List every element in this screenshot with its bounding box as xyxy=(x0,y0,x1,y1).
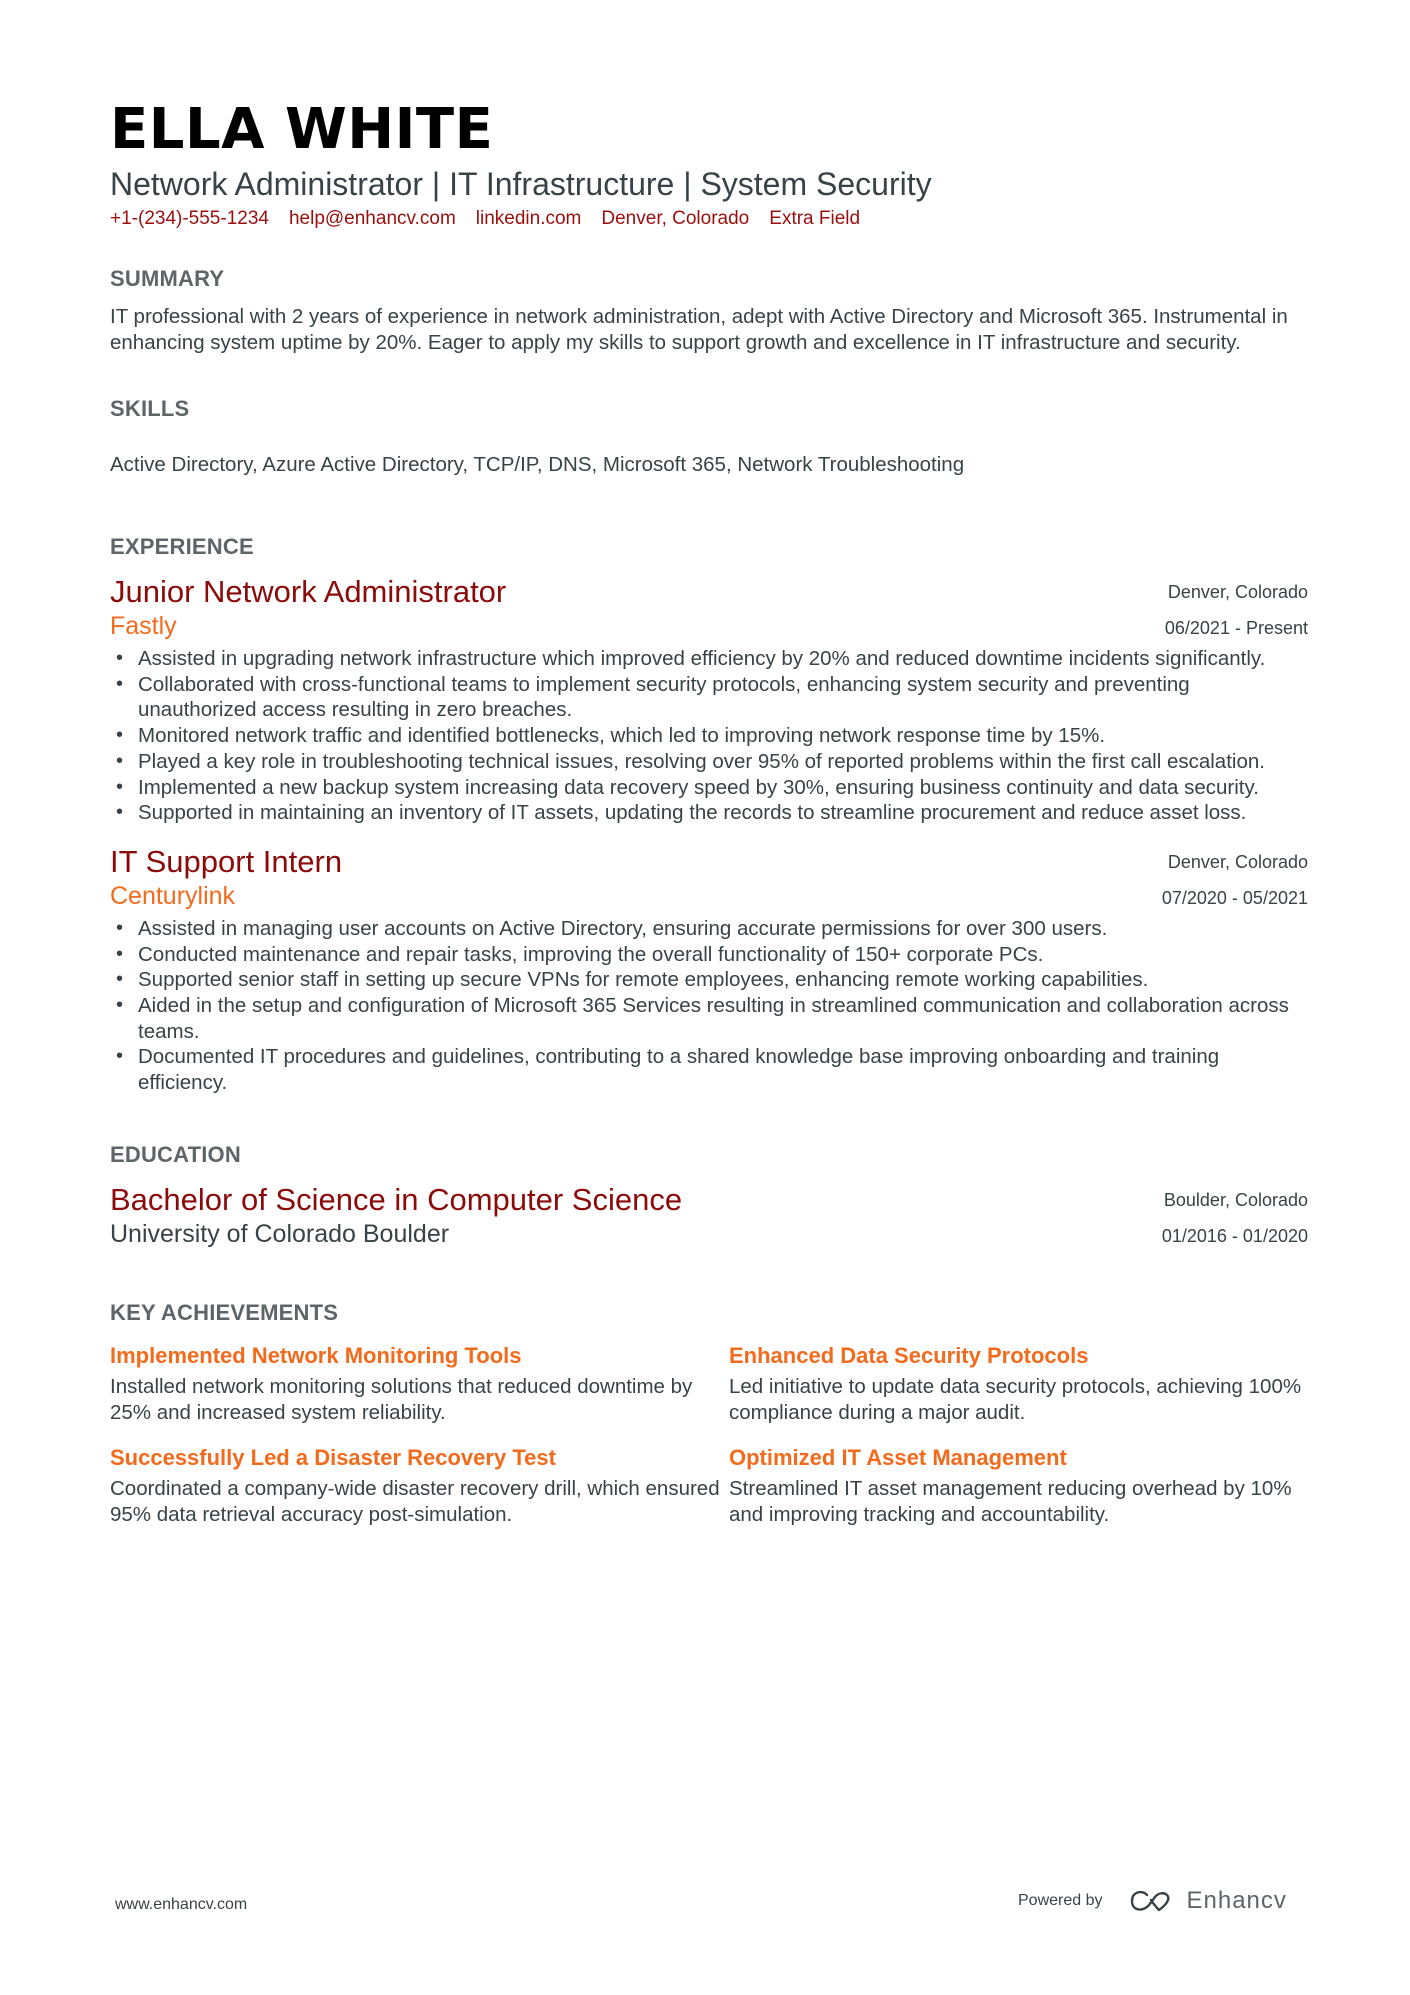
bullet-item: Assisted in managing user accounts on Ac… xyxy=(110,916,1308,942)
bullet-item: Assisted in upgrading network infrastruc… xyxy=(110,646,1308,672)
experience-entry: Junior Network Administrator Fastly Denv… xyxy=(110,574,1308,826)
enhancv-logo-icon xyxy=(1130,1890,1169,1912)
extra-field: Extra Field xyxy=(769,208,861,229)
achievement-desc: Streamlined IT asset management reducing… xyxy=(729,1476,1292,1526)
company-name: Centurylink xyxy=(110,881,236,910)
bullet-item: Aided in the setup and configuration of … xyxy=(110,993,1308,1044)
bullet-item: Supported in maintaining an inventory of… xyxy=(110,800,1308,826)
bullet-item: Documented IT procedures and guidelines,… xyxy=(110,1044,1308,1095)
job-title: Junior Network Administrator xyxy=(110,574,507,609)
company-name: Fastly xyxy=(110,612,177,640)
job-bullets: Assisted in upgrading network infrastruc… xyxy=(110,646,1308,826)
skills-heading: SKILLS xyxy=(110,396,190,421)
job-dates: 06/2021 - Present xyxy=(1164,618,1308,638)
phone[interactable]: +1-(234)-555-1234 xyxy=(110,206,269,232)
entry-meta: Boulder, Colorado 01/2016 - 01/2020 xyxy=(1162,1182,1308,1254)
entry-meta: Denver, Colorado 07/2020 - 05/2021 xyxy=(1162,844,1308,916)
school-dates: 01/2016 - 01/2020 xyxy=(1161,1225,1308,1246)
experience-entry: IT Support Intern Centurylink Denver, Co… xyxy=(110,844,1308,1096)
candidate-name: ELLA WHITE xyxy=(110,97,494,162)
achievements-heading: KEY ACHIEVEMENTS xyxy=(110,1299,339,1325)
achievement-desc: Led initiative to update data security p… xyxy=(729,1374,1302,1424)
brand-name: Enhancv xyxy=(1186,1887,1287,1914)
school-name: University of Colorado Boulder xyxy=(110,1219,450,1248)
powered-by-label: Powered by xyxy=(1018,1892,1103,1909)
bullet-item: Played a key role in troubleshooting tec… xyxy=(110,749,1308,775)
bullet-item: Monitored network traffic and identified… xyxy=(110,723,1308,749)
location: Denver, Colorado xyxy=(601,208,750,229)
education-entry: Bachelor of Science in Computer Science … xyxy=(110,1182,1308,1250)
education-heading: EDUCATION xyxy=(110,1141,241,1167)
bullet-item: Supported senior staff in setting up sec… xyxy=(110,967,1308,993)
achievement-title: Enhanced Data Security Protocols xyxy=(729,1342,1089,1368)
footer-website[interactable]: www.enhancv.com xyxy=(115,1896,247,1914)
achievement-item: Optimized IT Asset Management Streamline… xyxy=(729,1444,1308,1528)
degree: Bachelor of Science in Computer Science xyxy=(110,1181,683,1217)
achievement-desc: Installed network monitoring solutions t… xyxy=(110,1374,693,1424)
summary-heading: SUMMARY xyxy=(110,266,225,291)
achievement-title: Successfully Led a Disaster Recovery Tes… xyxy=(110,1444,556,1470)
bullet-item: Implemented a new backup system increasi… xyxy=(110,775,1308,801)
achievement-item: Implemented Network Monitoring Tools Ins… xyxy=(110,1342,729,1426)
achievement-title: Implemented Network Monitoring Tools xyxy=(110,1342,522,1368)
achievements-grid: Implemented Network Monitoring Tools Ins… xyxy=(110,1342,1308,1528)
entry-meta: Denver, Colorado 06/2021 - Present xyxy=(1165,574,1308,646)
achievement-item: Successfully Led a Disaster Recovery Tes… xyxy=(110,1444,729,1528)
bullet-item: Collaborated with cross-functional teams… xyxy=(110,672,1308,723)
resume-page: ELLA WHITE Network Administrator | IT In… xyxy=(110,96,1308,1528)
job-location: Denver, Colorado xyxy=(1167,582,1308,602)
bullet-item: Conducted maintenance and repair tasks, … xyxy=(110,942,1308,968)
achievement-item: Enhanced Data Security Protocols Led ini… xyxy=(729,1342,1308,1426)
summary-text: IT professional with 2 years of experien… xyxy=(110,305,1288,354)
footer-branding: Powered by Enhancv xyxy=(1018,1887,1287,1915)
email[interactable]: help@enhancv.com xyxy=(289,206,456,232)
job-bullets: Assisted in managing user accounts on Ac… xyxy=(110,916,1308,1096)
linkedin[interactable]: linkedin.com xyxy=(476,206,582,232)
experience-heading: EXPERIENCE xyxy=(110,534,254,559)
job-title: IT Support Intern xyxy=(110,843,343,879)
skills-text: Active Directory, Azure Active Directory… xyxy=(110,453,965,476)
contact-bar: +1-(234)-555-1234 help@enhancv.com linke… xyxy=(110,206,1308,232)
enhancv-logo[interactable]: Enhancv xyxy=(1129,1887,1287,1915)
job-dates: 07/2020 - 05/2021 xyxy=(1161,887,1308,908)
headline: Network Administrator | IT Infrastructur… xyxy=(110,166,932,202)
school-location: Boulder, Colorado xyxy=(1163,1189,1308,1210)
achievement-title: Optimized IT Asset Management xyxy=(729,1444,1067,1470)
job-location: Denver, Colorado xyxy=(1167,851,1308,872)
achievement-desc: Coordinated a company-wide disaster reco… xyxy=(110,1476,720,1526)
